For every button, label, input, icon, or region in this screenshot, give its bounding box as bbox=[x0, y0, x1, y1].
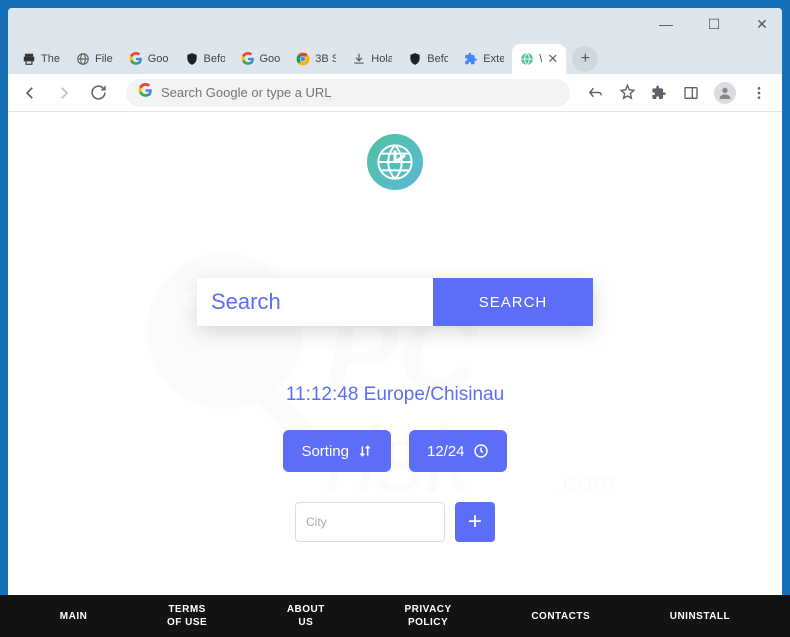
tab-0[interactable]: The bbox=[14, 44, 68, 74]
download-icon bbox=[352, 52, 366, 66]
url-input[interactable] bbox=[161, 85, 558, 100]
globe-green-icon bbox=[520, 52, 534, 66]
tab-label: Goo bbox=[148, 53, 169, 65]
profile-avatar[interactable] bbox=[714, 82, 736, 104]
tab-label: Exte bbox=[483, 53, 504, 65]
close-tab-icon[interactable]: ✕ bbox=[547, 51, 558, 67]
share-icon[interactable] bbox=[586, 84, 604, 102]
back-button[interactable] bbox=[18, 81, 42, 105]
add-city-button[interactable]: + bbox=[455, 502, 495, 542]
time-format-button[interactable]: 12/24 bbox=[409, 430, 507, 472]
footer-about[interactable]: ABOUTUS bbox=[287, 603, 325, 629]
footer-privacy[interactable]: PRIVACYPOLICY bbox=[404, 603, 451, 629]
tab-label: Befo bbox=[204, 53, 225, 65]
tab-label: Hola bbox=[371, 53, 392, 65]
reload-button[interactable] bbox=[86, 81, 110, 105]
site-logo bbox=[367, 134, 423, 190]
tab-label: 3B S bbox=[315, 53, 336, 65]
chrome-icon bbox=[296, 52, 310, 66]
search-bar: SEARCH bbox=[197, 278, 593, 326]
site-footer: MAIN TERMSOF USE ABOUTUS PRIVACYPOLICY C… bbox=[0, 595, 790, 637]
extensions-icon[interactable] bbox=[650, 84, 668, 102]
address-bar[interactable] bbox=[126, 79, 570, 107]
footer-contacts[interactable]: CONTACTS bbox=[531, 610, 590, 623]
google-g-icon bbox=[138, 83, 153, 103]
close-window-button[interactable]: ✕ bbox=[748, 10, 776, 38]
search-input[interactable] bbox=[197, 278, 433, 326]
minimize-button[interactable]: — bbox=[652, 10, 680, 38]
clock-icon bbox=[473, 443, 489, 459]
maximize-button[interactable]: ☐ bbox=[700, 10, 728, 38]
tab-8[interactable]: Exte bbox=[456, 44, 512, 74]
tab-2[interactable]: Goo bbox=[121, 44, 177, 74]
menu-dots-icon[interactable] bbox=[750, 84, 768, 102]
tab-1[interactable]: File bbox=[68, 44, 121, 74]
new-tab-button[interactable]: + bbox=[572, 46, 598, 72]
clock-display: 11:12:48 Europe/Chisinau bbox=[286, 384, 504, 406]
tab-label: The bbox=[41, 53, 60, 65]
footer-terms[interactable]: TERMSOF USE bbox=[167, 603, 207, 629]
tab-6[interactable]: Hola bbox=[344, 44, 400, 74]
google-icon bbox=[129, 52, 143, 66]
footer-main[interactable]: MAIN bbox=[60, 610, 88, 623]
google-icon bbox=[241, 52, 255, 66]
page-content-area: PC risk .com SEARCH 11:12:48 Europe/Chis bbox=[8, 112, 782, 629]
tab-strip: The File Goo Befo Goo 3B S Hola Befo bbox=[8, 40, 782, 74]
tab-3[interactable]: Befo bbox=[177, 44, 233, 74]
tab-label: Befo bbox=[427, 53, 448, 65]
tab-7[interactable]: Befo bbox=[400, 44, 456, 74]
tab-4[interactable]: Goo bbox=[233, 44, 289, 74]
shield-icon bbox=[408, 52, 422, 66]
forward-button[interactable] bbox=[52, 81, 76, 105]
format-label: 12/24 bbox=[427, 443, 465, 460]
tab-label: File bbox=[95, 53, 113, 65]
tab-9-active[interactable]: \ ✕ bbox=[512, 44, 566, 74]
search-button[interactable]: SEARCH bbox=[433, 278, 593, 326]
shield-icon bbox=[185, 52, 199, 66]
footer-uninstall[interactable]: UNINSTALL bbox=[670, 610, 730, 623]
bookmark-star-icon[interactable] bbox=[618, 84, 636, 102]
puzzle-icon bbox=[464, 52, 478, 66]
tab-label: \ bbox=[539, 53, 542, 65]
sorting-button[interactable]: Sorting bbox=[283, 430, 391, 472]
print-icon bbox=[22, 52, 36, 66]
tab-5[interactable]: 3B S bbox=[288, 44, 344, 74]
tab-label: Goo bbox=[260, 53, 281, 65]
sidepanel-icon[interactable] bbox=[682, 84, 700, 102]
browser-toolbar bbox=[8, 74, 782, 112]
globe-icon bbox=[76, 52, 90, 66]
sort-arrows-icon bbox=[357, 443, 373, 459]
sorting-label: Sorting bbox=[301, 443, 349, 460]
window-title-bar: — ☐ ✕ bbox=[8, 8, 782, 40]
city-input[interactable] bbox=[295, 502, 445, 542]
